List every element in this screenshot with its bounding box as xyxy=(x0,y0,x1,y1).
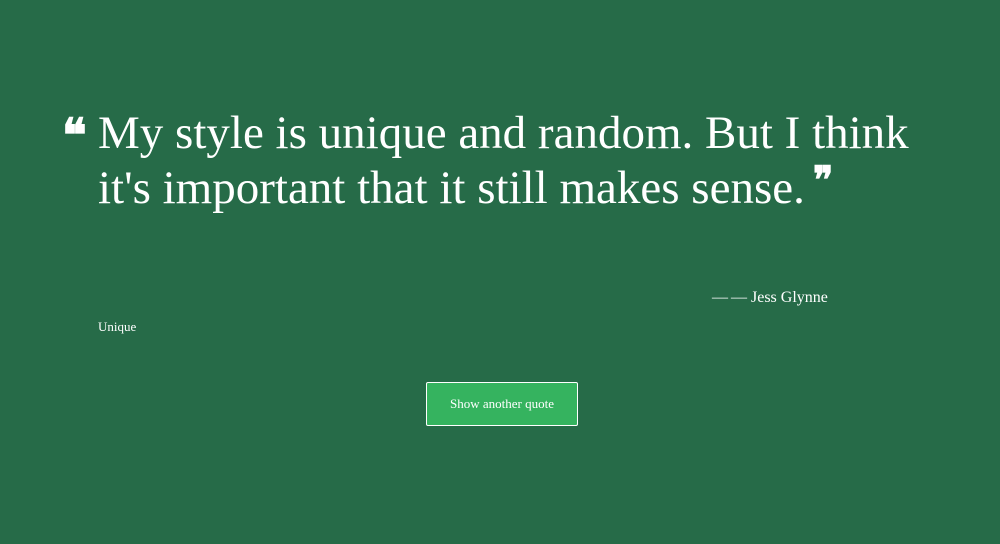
author-dash: — xyxy=(712,289,728,306)
show-another-quote-button[interactable]: Show another quote xyxy=(426,382,578,426)
author-name: — Jess Glynne xyxy=(731,289,828,306)
quote-text-content: My style is unique and random. But I thi… xyxy=(98,107,909,214)
quote-tag: Unique xyxy=(98,319,137,334)
quote-author: — — Jess Glynne xyxy=(712,289,828,307)
close-quote-icon: ❞ xyxy=(812,157,834,202)
quote-block: ❝ My style is unique and random. But I t… xyxy=(62,106,922,216)
quote-text: My style is unique and random. But I thi… xyxy=(98,106,918,216)
open-quote-icon: ❝ xyxy=(62,108,87,162)
